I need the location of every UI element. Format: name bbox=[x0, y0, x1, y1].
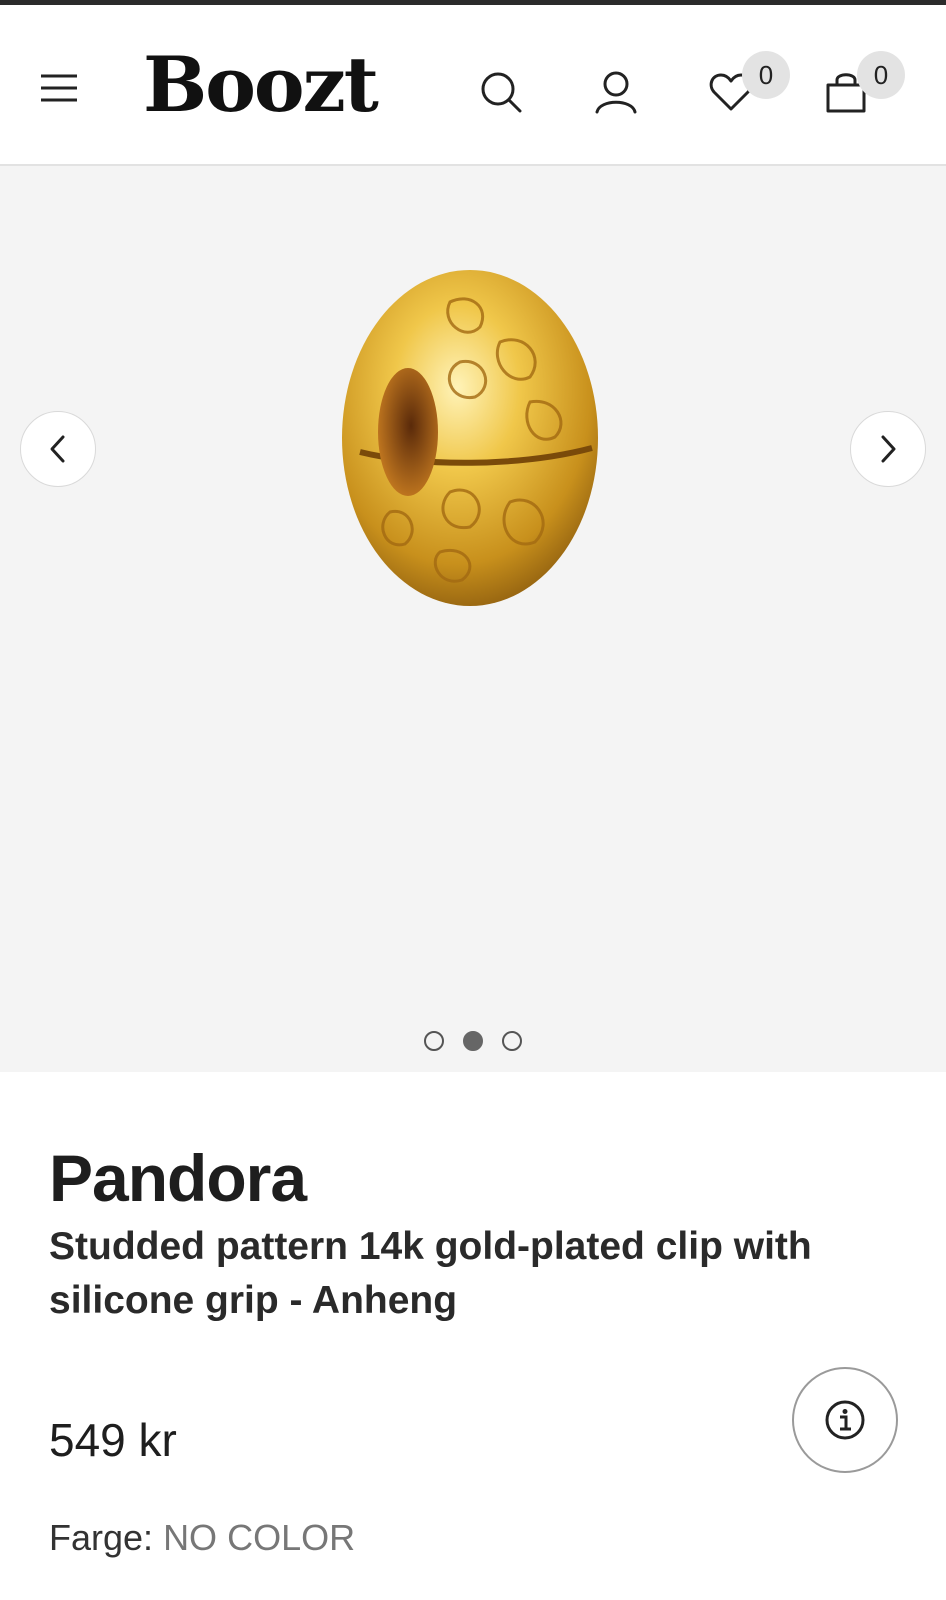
bag-count-badge: 0 bbox=[857, 51, 905, 99]
site-header: Boozt 0 0 bbox=[0, 5, 946, 166]
boozt-logo[interactable]: Boozt bbox=[143, 35, 379, 135]
color-label: Farge: bbox=[49, 1517, 154, 1558]
user-icon bbox=[595, 71, 637, 114]
menu-button[interactable] bbox=[28, 57, 90, 119]
search-icon bbox=[481, 72, 522, 113]
hamburger-icon bbox=[41, 74, 77, 102]
product-title: Studded pattern 14k gold-plated clip wit… bbox=[49, 1225, 812, 1322]
wishlist-count-badge: 0 bbox=[742, 51, 790, 99]
chevron-left-icon bbox=[50, 435, 65, 463]
gallery-dot-1[interactable] bbox=[424, 1031, 444, 1051]
gallery-dot-2[interactable] bbox=[463, 1031, 483, 1051]
gallery-next-button[interactable] bbox=[850, 411, 926, 487]
gallery-pagination bbox=[424, 1031, 522, 1051]
chevron-right-icon bbox=[881, 435, 896, 463]
product-brand[interactable]: Pandora bbox=[49, 1138, 307, 1218]
product-price: 549 kr bbox=[49, 1414, 177, 1466]
color-value: NO COLOR bbox=[163, 1517, 356, 1558]
gallery-dot-3[interactable] bbox=[502, 1031, 522, 1051]
color-row: Farge: NO COLOR bbox=[49, 1516, 355, 1560]
account-button[interactable] bbox=[585, 61, 647, 123]
info-icon bbox=[825, 1400, 865, 1440]
gallery-prev-button[interactable] bbox=[20, 411, 96, 487]
product-gallery[interactable] bbox=[0, 166, 946, 1072]
info-button[interactable] bbox=[792, 1367, 898, 1473]
product-image bbox=[342, 270, 598, 606]
search-button[interactable] bbox=[470, 61, 532, 123]
